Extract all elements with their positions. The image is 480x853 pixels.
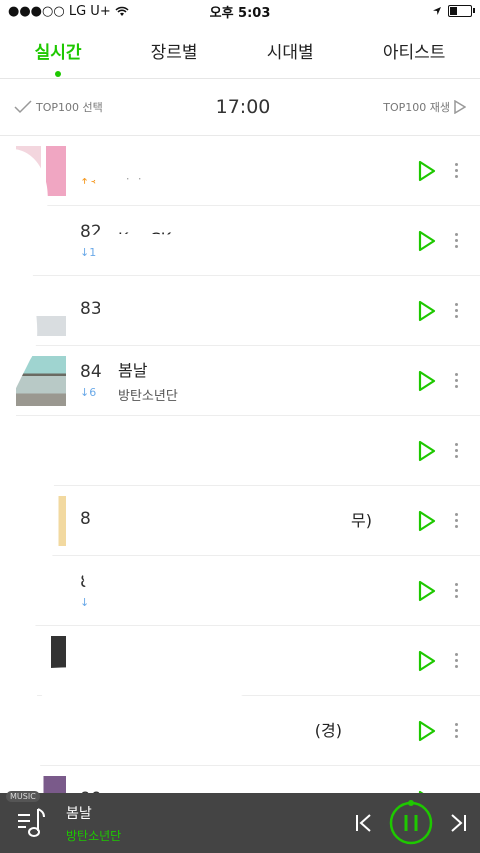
rank-change: ↑3 <box>80 176 97 189</box>
carrier-label: ●●●○○ LG U+ <box>8 3 111 19</box>
play-button[interactable] <box>412 646 442 676</box>
artist-name: 이이 <box>118 167 142 182</box>
chart-time: 17:00 <box>215 96 271 118</box>
chart-toolbar: TOP100 선택 17:00 TOP100 재생 <box>0 79 480 136</box>
album-art <box>16 635 66 686</box>
album-art <box>16 705 66 756</box>
play-button[interactable] <box>412 156 442 186</box>
play-icon <box>418 440 436 461</box>
play-top100-label: TOP100 재생 <box>383 101 450 114</box>
song-title: 봄날 <box>118 361 148 380</box>
song-title: T <box>118 299 128 318</box>
rank-change: ↓1 <box>80 246 97 259</box>
album-art <box>16 565 66 616</box>
rank-number: 82 <box>80 222 102 242</box>
previous-track-button[interactable] <box>354 813 374 833</box>
rank-number: 86 <box>80 508 102 529</box>
more-options-button[interactable] <box>446 653 466 668</box>
play-icon <box>418 300 436 321</box>
list-item[interactable]: 84 ↓6 봄날 방탄소년단 <box>16 346 480 416</box>
play-button[interactable] <box>412 576 442 606</box>
album-art <box>16 145 66 196</box>
more-options-button[interactable] <box>446 163 466 178</box>
more-options-button[interactable] <box>446 303 466 318</box>
rank-change: ↓6 <box>80 386 97 399</box>
mini-player[interactable]: MUSIC 봄날 방탄소년단 <box>0 791 480 853</box>
play-outline-icon <box>454 100 466 114</box>
play-icon <box>418 160 436 181</box>
status-bar: ●●●○○ LG U+ 오후 5:03 <box>0 0 480 22</box>
list-item[interactable]: 85 <box>16 416 480 486</box>
list-item[interactable]: 89 (경) <box>16 696 480 766</box>
rank-number: 84 <box>80 362 102 382</box>
now-playing-artist: 방탄소년단 <box>66 828 122 843</box>
album-art <box>16 215 66 266</box>
play-icon <box>418 370 436 391</box>
tab-era[interactable]: 시대별 <box>261 30 320 71</box>
album-art <box>16 425 66 476</box>
play-button[interactable] <box>412 436 442 466</box>
playlist-music-icon <box>18 808 45 837</box>
playlist-button[interactable]: MUSIC <box>6 791 58 849</box>
rank-number: 87 <box>80 572 102 592</box>
rank-change: ↓15 <box>80 596 104 609</box>
song-title: 무) <box>351 510 372 530</box>
tab-genre[interactable]: 장르별 <box>145 30 204 71</box>
list-item[interactable]: 82 ↓1 K… CK <box>16 206 480 276</box>
play-icon <box>418 230 436 251</box>
battery-icon <box>448 5 475 17</box>
location-arrow-icon <box>433 7 441 15</box>
rank-number: 85 <box>80 438 102 459</box>
pause-button[interactable] <box>388 800 434 846</box>
rank-number: 88 <box>80 648 102 669</box>
song-title: K… CK <box>118 229 172 248</box>
play-button[interactable] <box>412 296 442 326</box>
more-options-button[interactable] <box>446 723 466 738</box>
play-icon <box>418 580 436 601</box>
tab-artist[interactable]: 아티스트 <box>377 30 452 71</box>
list-item[interactable]: 86 무) <box>16 486 480 556</box>
play-button[interactable] <box>412 716 442 746</box>
carrier-info: ●●●○○ LG U+ <box>8 4 129 19</box>
now-playing-info[interactable]: 봄날 방탄소년단 <box>66 803 354 844</box>
play-button[interactable] <box>412 506 442 536</box>
list-item[interactable]: 88 <box>16 626 480 696</box>
artist-name: 방탄소년단 <box>118 389 178 404</box>
more-options-button[interactable] <box>446 583 466 598</box>
music-badge: MUSIC <box>6 791 40 802</box>
chart-tabs: 실시간 장르별 시대별 아티스트 <box>0 22 480 79</box>
more-options-button[interactable] <box>446 443 466 458</box>
play-icon <box>418 510 436 531</box>
rank-number: 81 <box>80 152 102 172</box>
album-art <box>16 285 66 336</box>
more-options-button[interactable] <box>446 373 466 388</box>
play-icon <box>418 650 436 671</box>
select-top100-button[interactable]: TOP100 선택 <box>14 99 103 115</box>
checkmark-icon <box>14 100 32 114</box>
chart-list: 81 ↑3 이이 82 ↓1 K… CK 83 T 84 ↓6 봄날 방탄소년단… <box>0 136 480 836</box>
wifi-icon <box>115 6 129 16</box>
list-item[interactable]: 87 ↓15 <box>16 556 480 626</box>
more-options-button[interactable] <box>446 233 466 248</box>
next-track-button[interactable] <box>448 813 468 833</box>
rank-number: 89 <box>80 718 102 739</box>
now-playing-title: 봄날 <box>66 805 92 822</box>
play-button[interactable] <box>412 226 442 256</box>
play-button[interactable] <box>412 366 442 396</box>
album-art <box>16 495 66 546</box>
album-art <box>16 355 66 406</box>
more-options-button[interactable] <box>446 513 466 528</box>
play-icon <box>418 720 436 741</box>
tab-realtime[interactable]: 실시간 <box>29 30 88 77</box>
play-top100-button[interactable]: TOP100 재생 <box>383 99 466 115</box>
select-top100-label: TOP100 선택 <box>36 101 103 114</box>
list-item[interactable]: 81 ↑3 이이 <box>16 136 480 206</box>
song-title: (경) <box>314 720 342 740</box>
list-item[interactable]: 83 T <box>16 276 480 346</box>
rank-number: 83 <box>80 298 102 319</box>
